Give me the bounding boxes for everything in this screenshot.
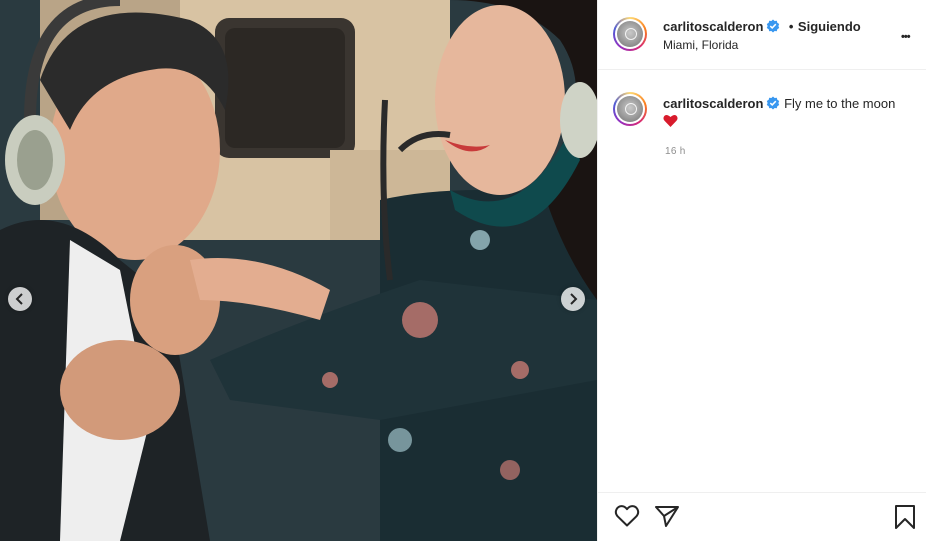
caption-username[interactable]: carlitoscalderon (663, 96, 763, 111)
bookmark-icon (895, 505, 915, 529)
share-button[interactable] (654, 504, 680, 533)
paper-plane-icon (655, 506, 679, 527)
save-button[interactable] (894, 504, 916, 535)
next-photo-button[interactable] (561, 287, 585, 311)
header-user-line: carlitoscalderon • Siguiendo (663, 18, 861, 36)
post-location[interactable]: Miami, Florida (663, 38, 738, 52)
chevron-right-icon (570, 293, 578, 305)
more-options-button[interactable]: ••• (901, 24, 911, 45)
following-button[interactable]: Siguiendo (798, 19, 861, 34)
action-bar (598, 492, 926, 541)
post-timestamp[interactable]: 16 h (665, 146, 686, 157)
previous-photo-button[interactable] (8, 287, 32, 311)
post-header: carlitoscalderon • Siguiendo Miami, Flor… (598, 0, 926, 70)
post-side-panel: carlitoscalderon • Siguiendo Miami, Flor… (597, 0, 926, 541)
post-photo[interactable] (0, 0, 597, 541)
heart-outline-icon (614, 505, 640, 527)
verified-badge-icon (767, 19, 780, 33)
follow-separator: • (788, 19, 794, 34)
verified-badge-icon (767, 96, 780, 110)
caption-text: Fly me to the moon (784, 96, 896, 111)
chevron-left-icon (15, 293, 23, 305)
red-heart-emoji-icon (663, 115, 678, 127)
caption-avatar[interactable] (613, 92, 647, 126)
header-username[interactable]: carlitoscalderon (663, 19, 763, 34)
post-caption: carlitoscalderon Fly me to the moon (663, 95, 903, 131)
photo-illustration (0, 0, 597, 541)
more-options-icon: ••• (901, 31, 911, 43)
like-button[interactable] (614, 504, 640, 533)
avatar[interactable] (613, 17, 647, 51)
